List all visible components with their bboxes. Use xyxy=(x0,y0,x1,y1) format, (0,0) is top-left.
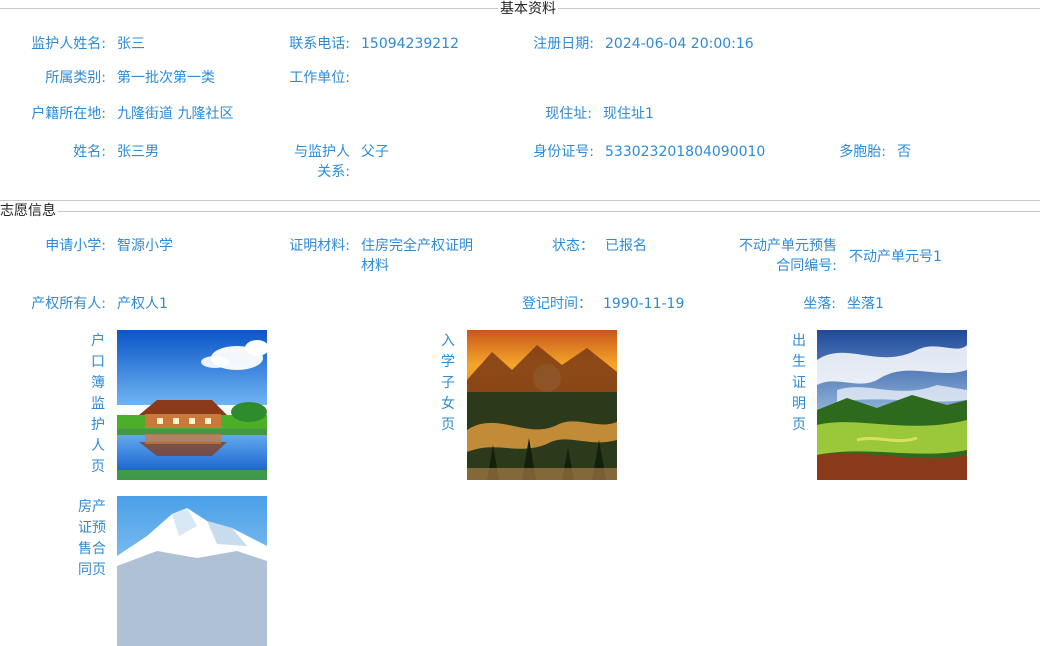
household-label: 户籍所在地: xyxy=(31,106,106,122)
enroll-image-label: 入学子女页 xyxy=(441,333,455,433)
category-value: 第一批次第一类 xyxy=(117,70,215,86)
status-value: 已报名 xyxy=(605,238,647,254)
owner-label: 产权所有人: xyxy=(31,296,106,312)
section-title-wish: 志愿信息 xyxy=(0,203,58,219)
contract-image[interactable] xyxy=(117,496,267,646)
hukou-image-label: 户口簿监护人页 xyxy=(91,333,105,475)
multi-birth-label: 多胞胎: xyxy=(839,144,886,160)
contract-no-value: 不动产单元号1 xyxy=(849,249,942,265)
contract-image-label: 房产证预售合同页 xyxy=(78,499,106,578)
status-label: 状态： xyxy=(552,238,594,254)
proof-label: 证明材料: xyxy=(289,238,350,254)
reg-date-value: 2024-06-04 20:00:16 xyxy=(605,36,754,52)
section-divider-mid xyxy=(0,200,1040,201)
reg-date-label: 注册日期: xyxy=(533,36,594,52)
address-value: 现住址1 xyxy=(603,106,654,122)
relation-value: 父子 xyxy=(361,144,389,160)
household-value: 九隆街道 九隆社区 xyxy=(117,106,234,122)
idcard-label: 身份证号: xyxy=(533,144,594,160)
relation-label: 与监护人关系: xyxy=(294,144,350,180)
address-label: 现住址: xyxy=(545,106,592,122)
multi-birth-value: 否 xyxy=(897,144,911,160)
school-label: 申请小学: xyxy=(45,238,106,254)
regtime-label: 登记时间： xyxy=(522,296,592,312)
proof-value: 住房完全产权证明材料 xyxy=(361,238,473,274)
birth-image-label: 出生证明页 xyxy=(792,333,806,433)
birth-image[interactable] xyxy=(817,330,967,480)
section-divider-wish xyxy=(0,211,1040,212)
hukou-image[interactable] xyxy=(117,330,267,480)
category-label: 所属类别: xyxy=(45,70,106,86)
regtime-value: 1990-11-19 xyxy=(603,296,685,312)
enroll-image[interactable] xyxy=(467,330,617,480)
contract-no-label: 不动产单元预售合同编号: xyxy=(739,238,837,274)
section-title-basic: 基本资料 xyxy=(498,1,558,17)
child-name-label: 姓名: xyxy=(73,144,106,160)
guardian-name-value: 张三 xyxy=(117,36,145,52)
school-value: 智源小学 xyxy=(117,238,173,254)
location-value: 坐落1 xyxy=(847,296,884,312)
phone-value: 15094239212 xyxy=(361,36,459,52)
child-name-value: 张三男 xyxy=(117,144,159,160)
location-label: 坐落: xyxy=(803,296,836,312)
workplace-label: 工作单位: xyxy=(289,70,350,86)
guardian-name-label: 监护人姓名: xyxy=(31,36,106,52)
owner-value: 产权人1 xyxy=(117,296,168,312)
idcard-value: 533023201804090010 xyxy=(605,144,766,160)
phone-label: 联系电话: xyxy=(289,36,350,52)
